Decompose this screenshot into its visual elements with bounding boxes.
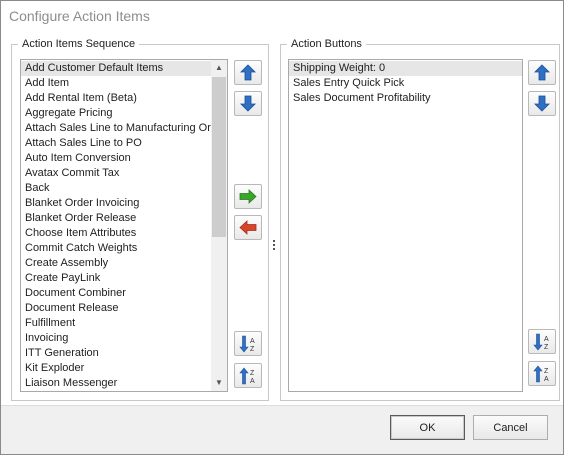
list-item[interactable]: Add Customer Default Items	[21, 61, 213, 76]
arrow-down-icon	[534, 95, 550, 112]
action-items-sequence-list[interactable]: Add Customer Default Items Add Item Add Re…	[20, 59, 228, 392]
sort-descending-button[interactable]: Z A	[234, 363, 262, 388]
dialog-footer: OK Cancel	[1, 405, 563, 454]
remove-from-buttons-button[interactable]	[234, 215, 262, 240]
list-item[interactable]: Add Item	[21, 76, 213, 91]
action-buttons-sort-descending-button[interactable]: Z A	[528, 361, 556, 386]
move-down-button[interactable]	[234, 91, 262, 116]
sort-ascending-button[interactable]: A Z	[234, 331, 262, 356]
svg-text:A: A	[544, 336, 549, 343]
splitter-handle[interactable]	[272, 240, 276, 258]
scroll-up-icon[interactable]: ▲	[211, 60, 227, 76]
arrow-up-icon	[240, 64, 256, 81]
list-item[interactable]: Shipping Weight: 0	[289, 61, 522, 76]
arrow-up-icon	[534, 64, 550, 81]
sequence-scrollbar[interactable]: ▲ ▼	[211, 60, 227, 391]
action-buttons-sort-ascending-button[interactable]: A Z	[528, 329, 556, 354]
list-item[interactable]: Invoicing	[21, 331, 213, 346]
move-up-button[interactable]	[234, 60, 262, 85]
list-item[interactable]: Avatax Commit Tax	[21, 166, 213, 181]
svg-text:Z: Z	[250, 370, 255, 377]
list-item[interactable]: Blanket Order Release	[21, 211, 213, 226]
list-item[interactable]: Blanket Order Invoicing	[21, 196, 213, 211]
action-buttons-legend: Action Buttons	[291, 38, 362, 50]
scroll-down-icon[interactable]: ▼	[211, 375, 227, 391]
sort-az-icon: A Z	[533, 333, 549, 351]
arrow-right-icon	[239, 189, 257, 204]
list-item[interactable]: Document Release	[21, 301, 213, 316]
svg-text:A: A	[544, 376, 549, 383]
title-bar: Configure Action Items	[1, 1, 563, 33]
action-buttons-move-down-button[interactable]	[528, 91, 556, 116]
list-item[interactable]: Choose Item Attributes	[21, 226, 213, 241]
dialog-content: Action Items Sequence Add Customer Defau…	[1, 33, 563, 405]
list-item[interactable]: Fulfillment	[21, 316, 213, 331]
list-item[interactable]: Aggregate Pricing	[21, 106, 213, 121]
list-item[interactable]: Sales Entry Quick Pick	[289, 76, 522, 91]
list-item[interactable]: ITT Generation	[21, 346, 213, 361]
svg-text:Z: Z	[250, 346, 255, 353]
list-item[interactable]: Attach Sales Line to Manufacturing Or	[21, 121, 213, 136]
sort-za-icon: Z A	[239, 367, 255, 385]
configure-action-items-dialog: Configure Action Items Action Items Sequ…	[0, 0, 564, 455]
svg-text:Z: Z	[544, 368, 549, 375]
list-item[interactable]: Create PayLink	[21, 271, 213, 286]
svg-text:A: A	[250, 338, 255, 345]
add-to-buttons-button[interactable]	[234, 184, 262, 209]
svg-text:Z: Z	[544, 344, 549, 351]
list-item[interactable]: Document Combiner	[21, 286, 213, 301]
list-item[interactable]: Create Assembly	[21, 256, 213, 271]
action-buttons-move-up-button[interactable]	[528, 60, 556, 85]
cancel-button[interactable]: Cancel	[473, 415, 548, 440]
list-item[interactable]: Kit Exploder	[21, 361, 213, 376]
ok-button[interactable]: OK	[390, 415, 465, 440]
svg-text:A: A	[250, 378, 255, 385]
list-item[interactable]: Liaison Messenger	[21, 376, 213, 391]
sort-az-icon: A Z	[239, 335, 255, 353]
action-items-sequence-legend: Action Items Sequence	[22, 38, 136, 50]
sort-za-icon: Z A	[533, 365, 549, 383]
dialog-title: Configure Action Items	[9, 8, 150, 24]
list-item[interactable]: Auto Item Conversion	[21, 151, 213, 166]
list-item[interactable]: Back	[21, 181, 213, 196]
arrow-left-icon	[239, 220, 257, 235]
action-buttons-list[interactable]: Shipping Weight: 0 Sales Entry Quick Pick…	[288, 59, 523, 392]
list-item[interactable]: Commit Catch Weights	[21, 241, 213, 256]
list-item[interactable]: Attach Sales Line to PO	[21, 136, 213, 151]
arrow-down-icon	[240, 95, 256, 112]
list-item[interactable]: Add Rental Item (Beta)	[21, 91, 213, 106]
list-item[interactable]: Sales Document Profitability	[289, 91, 522, 106]
scroll-thumb[interactable]	[212, 77, 226, 237]
